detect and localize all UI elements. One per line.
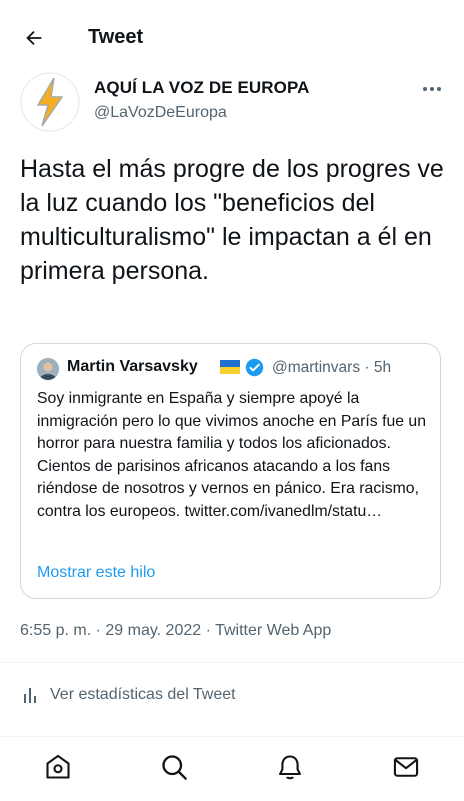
home-icon [46,754,70,779]
author-avatar[interactable] [20,72,80,132]
messages-icon [393,757,419,777]
show-thread-link[interactable]: Mostrar este hilo [37,564,155,582]
nav-search[interactable] [158,751,190,783]
lightning-bolt-icon [20,72,80,132]
person-avatar-icon [37,358,59,380]
quoted-meta: @martinvars · 5h [272,359,391,377]
quoted-author-name[interactable]: Martin Varsavsky [67,358,198,376]
view-stats-link[interactable]: Ver estadísticas del Tweet [22,686,236,704]
verified-badge-icon [245,358,264,377]
notifications-icon [279,755,301,780]
more-options-button[interactable] [420,80,444,98]
quoted-author-avatar[interactable] [37,358,59,380]
back-button[interactable] [18,22,50,54]
view-stats-label: Ver estadísticas del Tweet [50,686,236,703]
quoted-author-handle: @martinvars [272,359,361,376]
tweet-author: AQUÍ LA VOZ DE EUROPA @LaVozDeEuropa [20,72,450,132]
more-icon [423,87,441,91]
bottom-navigation [0,736,464,801]
nav-notifications[interactable] [274,751,306,783]
quoted-tweet[interactable]: Martin Varsavsky @martinvars · 5h Soy in… [20,343,441,599]
divider [0,662,464,663]
meta-separator: · [364,359,370,376]
nav-home[interactable] [42,751,74,783]
back-arrow-icon [26,30,42,46]
nav-messages[interactable] [390,751,422,783]
quoted-time: 5h [373,359,392,376]
author-handle[interactable]: @LaVozDeEuropa [94,104,227,122]
quoted-tweet-text: Soy inmigrante en España y siempre apoyé… [37,390,426,520]
tweet-text: Hasta el más progre de los progres ve la… [20,155,444,285]
top-bar: Tweet [0,0,464,74]
tweet-timestamp[interactable]: 6:55 p. m. · 29 may. 2022 · Twitter Web … [20,622,331,640]
stats-icon [24,688,36,703]
ukraine-flag-icon [220,360,240,374]
page-title: Tweet [88,26,144,48]
search-icon [162,755,187,780]
author-name[interactable]: AQUÍ LA VOZ DE EUROPA [94,78,310,98]
